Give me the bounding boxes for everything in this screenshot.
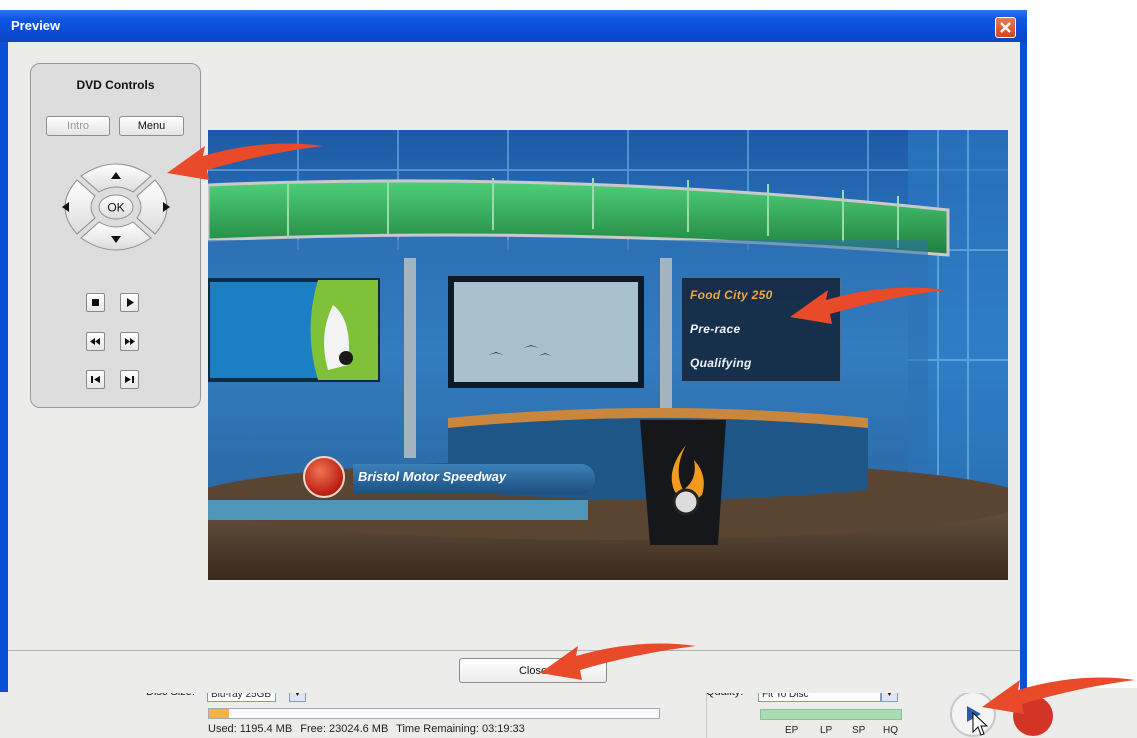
annotation-arrow-icon: [167, 143, 323, 180]
free-space: Free: 23024.6 MB: [300, 723, 389, 735]
ok-label: OK: [107, 201, 124, 215]
quality-option-lp[interactable]: LP: [820, 725, 832, 736]
annotation-arrow-icon: [790, 287, 946, 324]
video-preview: Bristol Motor Speedway Food City 250 Pre…: [208, 130, 1008, 580]
dvd-menu-item-pre-race[interactable]: Pre-race: [690, 322, 740, 336]
close-icon: [1000, 22, 1011, 33]
disc-usage-text: Used: 1195.4 MB Free: 23024.6 MB Time Re…: [208, 723, 530, 735]
next-chapter-button[interactable]: [120, 370, 139, 389]
lower-third-text: Bristol Motor Speedway: [358, 469, 507, 484]
previous-chapter-button[interactable]: [86, 370, 105, 389]
dvd-controls-panel: DVD Controls Intro Menu OK: [30, 63, 201, 408]
disc-usage-bar: [208, 708, 660, 719]
rewind-icon: [90, 338, 100, 345]
fast-forward-button[interactable]: [120, 332, 139, 351]
flame-logo-badge: [303, 456, 345, 498]
nav-right-button[interactable]: [136, 179, 168, 235]
annotation-arrow-icon: [982, 677, 1135, 714]
dvd-menu-item-food-city-250[interactable]: Food City 250: [690, 288, 773, 302]
annotation-arrow-icon: [540, 643, 696, 680]
quality-option-sp[interactable]: SP: [852, 725, 865, 736]
window-title: Preview: [11, 18, 61, 33]
skip-next-icon: [125, 376, 134, 383]
window-close-button[interactable]: [995, 17, 1016, 38]
studio-set-image: [208, 130, 1008, 580]
time-remaining: Time Remaining: 03:19:33: [396, 723, 525, 735]
disc-usage-fill: [209, 709, 230, 718]
fast-forward-icon: [125, 338, 135, 345]
dvd-controls-title: DVD Controls: [76, 78, 155, 92]
title-bar[interactable]: Preview: [0, 10, 1027, 42]
quality-option-ep[interactable]: EP: [785, 725, 798, 736]
preview-window: Preview DVD Controls Intro Menu OK Brist…: [0, 10, 1027, 693]
skip-previous-icon: [91, 376, 100, 383]
intro-button[interactable]: Intro: [46, 116, 110, 136]
play-icon: [127, 298, 134, 307]
quality-bar: [760, 709, 902, 720]
stop-icon: [92, 299, 99, 306]
app-bottom-bar: Disc Size: Blu-ray 25GB ▼ Used: 1195.4 M…: [0, 686, 1137, 738]
rewind-button[interactable]: [86, 332, 105, 351]
used-space: Used: 1195.4 MB: [208, 723, 293, 735]
quality-option-hq[interactable]: HQ: [883, 725, 898, 736]
play-button[interactable]: [120, 293, 139, 312]
preview-client-area: DVD Controls Intro Menu OK Bristol Motor…: [8, 42, 1020, 693]
nav-left-button[interactable]: [64, 179, 96, 235]
stop-button[interactable]: [86, 293, 105, 312]
dvd-menu-item-qualifying[interactable]: Qualifying: [690, 356, 752, 370]
